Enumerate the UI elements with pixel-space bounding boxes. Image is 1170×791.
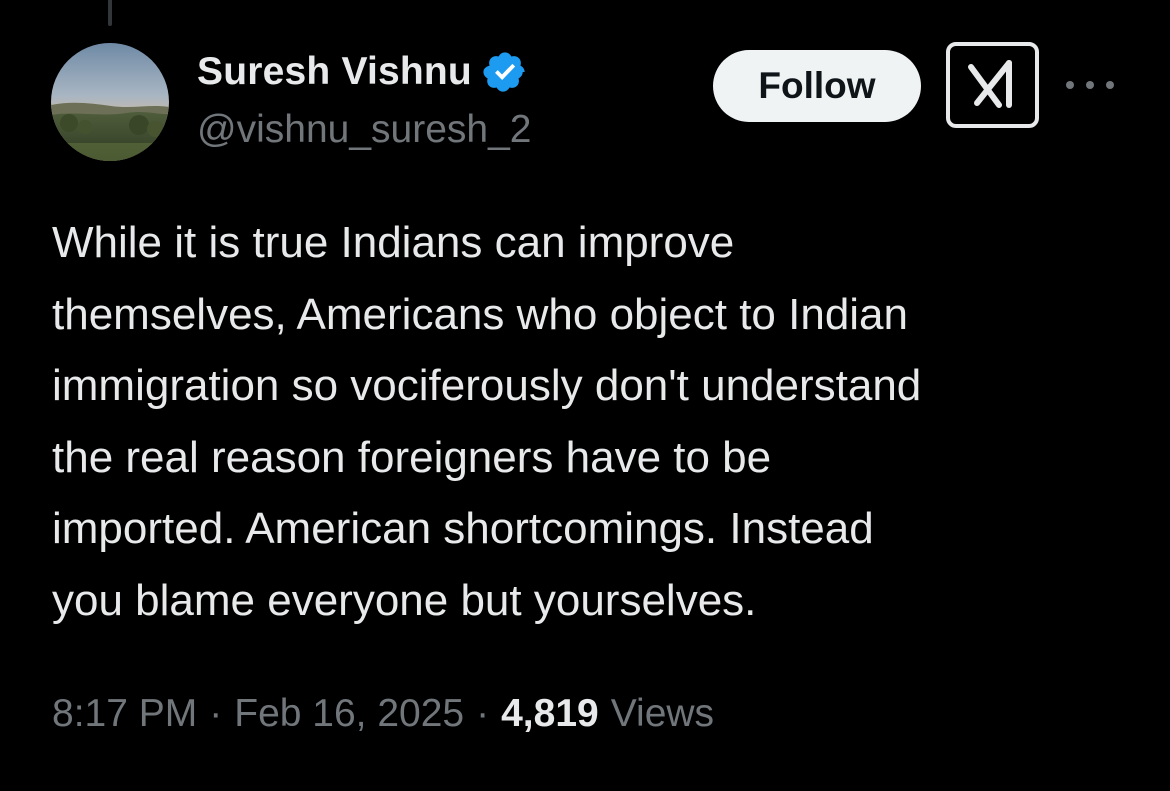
verified-badge-icon: [482, 49, 528, 95]
more-options-icon[interactable]: [1066, 68, 1114, 102]
post-text-line: imported. American shortcomings. Instead: [52, 504, 874, 553]
post-meta-row: 8:17 PM · Feb 16, 2025 · 4,819 Views: [52, 684, 714, 744]
views-count[interactable]: 4,819: [501, 692, 599, 736]
post-text-line: While it is true Indians can improve: [52, 218, 735, 267]
follow-button[interactable]: Follow: [713, 50, 921, 122]
meta-separator: ·: [209, 692, 223, 735]
avatar-landscape-photo: [51, 43, 169, 161]
author-display-name[interactable]: Suresh Vishnu: [197, 50, 472, 94]
post-text-line: immigration so vociferously don't unders…: [52, 361, 922, 410]
more-dot: [1086, 81, 1094, 89]
grok-button[interactable]: [946, 42, 1039, 128]
post-text: While it is true Indians can improve the…: [52, 207, 1142, 636]
more-dot: [1106, 81, 1114, 89]
grok-icon: [967, 60, 1012, 108]
post-text-line: you blame everyone but yourselves.: [52, 575, 757, 625]
post-text-line: themselves, Americans who object to Indi…: [52, 289, 909, 339]
meta-separator: ·: [476, 692, 490, 735]
post-date[interactable]: Feb 16, 2025: [234, 692, 464, 736]
avatar[interactable]: [51, 43, 169, 161]
more-dot: [1066, 81, 1074, 89]
views-label[interactable]: Views: [611, 692, 714, 736]
author-name-row: Suresh Vishnu: [197, 48, 528, 96]
post-time[interactable]: 8:17 PM: [52, 692, 197, 736]
author-handle[interactable]: @vishnu_suresh_2: [197, 108, 531, 152]
post-text-line: the real reason foreigners have to be: [52, 432, 772, 482]
thread-connector-line: [108, 0, 112, 26]
